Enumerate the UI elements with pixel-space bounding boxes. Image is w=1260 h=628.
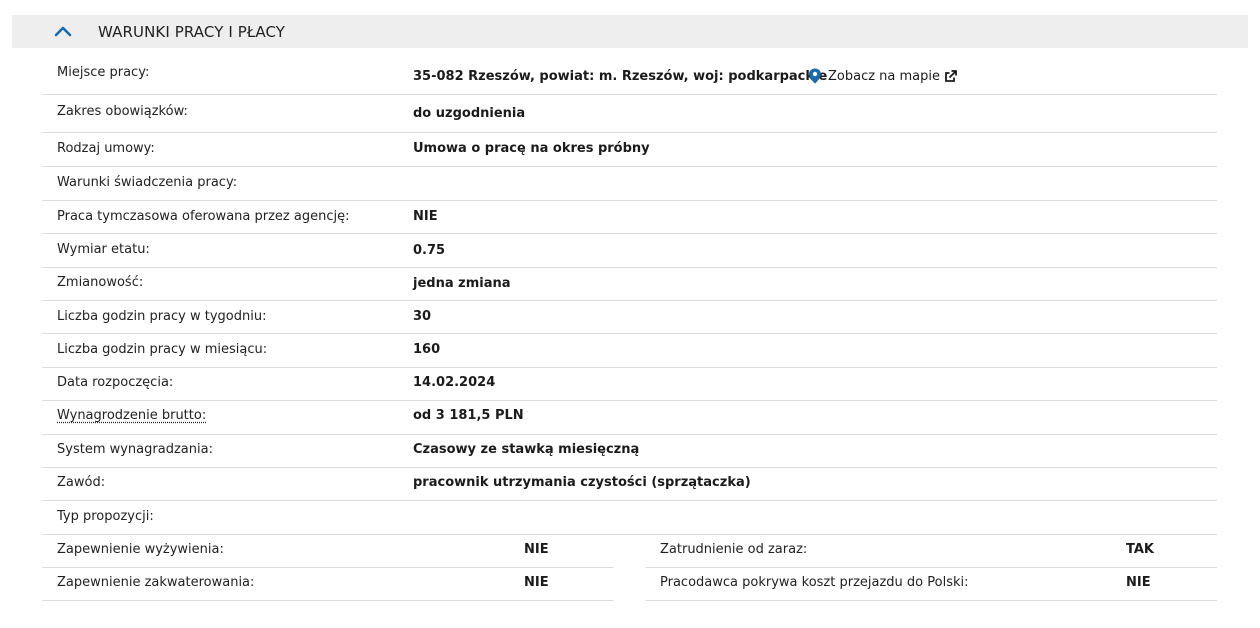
row-label: Liczba godzin pracy w tygodniu: — [57, 309, 267, 324]
row-label: System wynagradzania: — [57, 442, 213, 457]
row-value: NIE — [524, 542, 549, 557]
external-link-icon — [945, 69, 957, 82]
row-label: Praca tymczasowa oferowana przez agencję… — [57, 209, 350, 224]
section-title: WARUNKI PRACY I PŁACY — [98, 23, 286, 41]
row-label: Liczba godzin pracy w miesiącu: — [57, 342, 268, 357]
row-label: Zatrudnienie od zaraz: — [660, 542, 808, 557]
row-label: Wymiar etatu: — [57, 242, 150, 257]
row-system-wynagradzania: System wynagradzania: Czasowy ze stawką … — [42, 435, 1217, 468]
row-zatrudnienie-od-zaraz: Zatrudnienie od zaraz: TAK — [645, 535, 1217, 568]
row-label: Zawód: — [57, 475, 106, 490]
row-value: NIE — [413, 209, 438, 224]
row-warunki-swiadczenia: Warunki świadczenia pracy: — [42, 167, 1217, 201]
row-zapewnienie-zakwaterowania: Zapewnienie zakwaterowania: NIE — [42, 568, 614, 601]
row-label: Zmianowość: — [57, 275, 144, 290]
row-value: Umowa o pracę na okres próbny — [413, 141, 650, 156]
row-godziny-tydzien: Liczba godzin pracy w tygodniu: 30 — [42, 301, 1217, 334]
row-zakres-obowiazkow: Zakres obowiązków: do uzgodnienia — [42, 95, 1217, 133]
section-header-toggle[interactable]: WARUNKI PRACY I PŁACY — [12, 15, 1248, 48]
row-value: Czasowy ze stawką miesięczną — [413, 442, 640, 457]
row-label: Warunki świadczenia pracy: — [57, 175, 238, 190]
row-godziny-miesiac: Liczba godzin pracy w miesiącu: 160 — [42, 334, 1217, 368]
row-miejsce-pracy: Miejsce pracy: 35-082 Rzeszów, powiat: m… — [42, 48, 1217, 95]
row-value: NIE — [1126, 575, 1151, 590]
row-koszt-przejazdu: Pracodawca pokrywa koszt przejazdu do Po… — [645, 568, 1217, 601]
row-value: pracownik utrzymania czystości (sprzątac… — [413, 475, 751, 490]
row-value: od 3 181,5 PLN — [413, 408, 524, 423]
view-on-map-label: Zobacz na mapie — [828, 68, 941, 84]
row-zawod: Zawód: pracownik utrzymania czystości (s… — [42, 468, 1217, 501]
row-zapewnienie-wyzywienia: Zapewnienie wyżywienia: NIE — [42, 535, 614, 568]
map-pin-icon — [809, 68, 821, 84]
row-value: 14.02.2024 — [413, 375, 496, 390]
row-zmianowosc: Zmianowość: jedna zmiana — [42, 268, 1217, 301]
row-value: 0.75 — [413, 243, 446, 258]
row-value: TAK — [1126, 542, 1154, 557]
row-label: Typ propozycji: — [57, 509, 154, 524]
row-label: Zapewnienie zakwaterowania: — [57, 575, 255, 590]
row-value: 160 — [413, 342, 441, 357]
row-label: Data rozpoczęcia: — [57, 375, 174, 390]
row-value: 35-082 Rzeszów, powiat: m. Rzeszów, woj:… — [413, 69, 828, 84]
row-data-rozpoczecia: Data rozpoczęcia: 14.02.2024 — [42, 368, 1217, 401]
row-wynagrodzenie: Wynagrodzenie brutto: od 3 181,5 PLN — [42, 401, 1217, 435]
row-praca-tymczasowa: Praca tymczasowa oferowana przez agencję… — [42, 201, 1217, 234]
row-label: Zapewnienie wyżywienia: — [57, 542, 224, 557]
row-value: do uzgodnienia — [413, 106, 526, 121]
row-label: Miejsce pracy: — [57, 65, 150, 80]
row-label: Rodzaj umowy: — [57, 141, 155, 156]
row-rodzaj-umowy: Rodzaj umowy: Umowa o pracę na okres pró… — [42, 133, 1217, 167]
row-value: jedna zmiana — [413, 276, 511, 291]
row-typ-propozycji: Typ propozycji: — [42, 501, 1217, 535]
chevron-up-icon[interactable] — [54, 25, 72, 37]
view-on-map-link[interactable]: Zobacz na mapie — [808, 68, 957, 84]
row-value: NIE — [524, 575, 549, 590]
row-wymiar-etatu: Wymiar etatu: 0.75 — [42, 234, 1217, 268]
row-value: 30 — [413, 309, 432, 324]
salary-tooltip-label[interactable]: Wynagrodzenie brutto: — [57, 408, 206, 423]
row-label: Pracodawca pokrywa koszt przejazdu do Po… — [660, 575, 969, 590]
row-label: Zakres obowiązków: — [57, 104, 188, 119]
